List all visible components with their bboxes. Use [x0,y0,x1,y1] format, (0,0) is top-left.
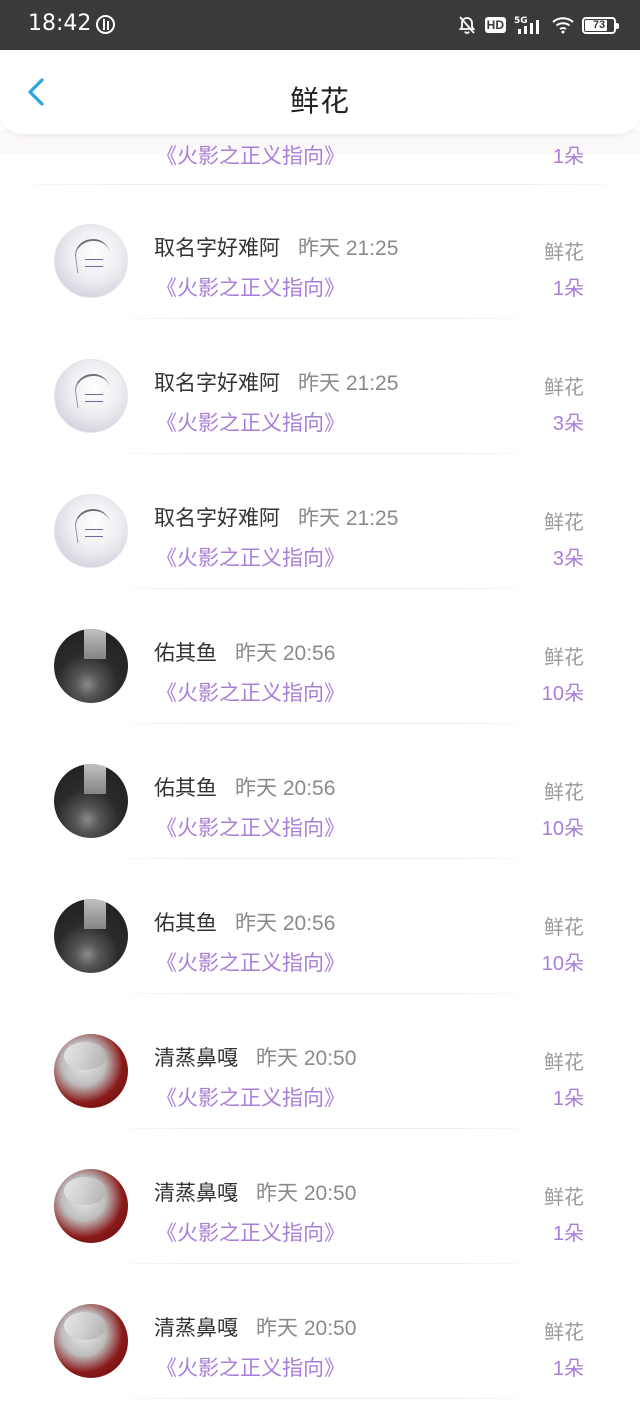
user-name-line: 取名字好难阿 昨天 21:25 [154,232,398,262]
battery-level: 73 [592,18,606,31]
user-name-line: 佑其鱼 昨天 20:56 [154,637,335,667]
user-name[interactable]: 取名字好难阿 [154,507,280,530]
user-name[interactable]: 取名字好难阿 [154,237,280,260]
list-item[interactable]: 佑其鱼 昨天 20:56 《火影之正义指向》 鲜花 10朵 [0,724,640,859]
gift-time: 昨天 21:25 [298,237,399,260]
gift-type-label: 鲜花 [544,917,584,939]
gift-count: 1朵 [552,1088,584,1110]
book-title[interactable]: 《火影之正义指向》 [156,947,345,977]
wifi-icon [552,17,574,34]
user-name[interactable]: 取名字好难阿 [154,372,280,395]
gift-time: 昨天 20:56 [235,912,336,935]
book-title[interactable]: 《火影之正义指向》 [156,1217,345,1247]
gift-type-label: 鲜花 [544,647,584,669]
book-title[interactable]: 《火影之正义指向》 [156,542,345,572]
divider [108,1398,538,1399]
user-name[interactable]: 佑其鱼 [154,777,217,800]
list-item[interactable]: 取名字好难阿 昨天 21:25 《火影之正义指向》 鲜花 3朵 [0,319,640,454]
gift-count: 10朵 [541,953,584,975]
avatar[interactable] [54,899,128,973]
gift-count: 10朵 [541,683,584,705]
avatar[interactable] [54,1169,128,1243]
gift-time: 昨天 20:56 [235,777,336,800]
status-time: 18:42 [28,11,92,36]
avatar[interactable] [54,1034,128,1108]
user-name-line: 清蒸鼻嘎 昨天 20:50 [154,1177,356,1207]
status-icons: HD 5G 73 [457,14,619,36]
bell-off-icon [458,16,475,34]
gift-time: 昨天 20:56 [235,642,336,665]
book-title: 《火影之正义指向》 [156,145,345,168]
gift-type-label: 鲜花 [544,512,584,534]
user-name-line: 佑其鱼 昨天 20:56 [154,772,335,802]
user-name[interactable]: 清蒸鼻嘎 [154,1182,238,1205]
gift-type-label: 鲜花 [544,782,584,804]
user-name[interactable]: 清蒸鼻嘎 [154,1317,238,1340]
user-name[interactable]: 佑其鱼 [154,912,217,935]
gift-type-label: 鲜花 [544,242,584,264]
user-name-line: 清蒸鼻嘎 昨天 20:50 [154,1042,356,1072]
user-name[interactable]: 清蒸鼻嘎 [154,1047,238,1070]
avatar[interactable] [54,359,128,433]
user-name-line: 取名字好难阿 昨天 21:25 [154,502,398,532]
list-item[interactable]: 佑其鱼 昨天 20:56 《火影之正义指向》 鲜花 10朵 [0,859,640,994]
avatar[interactable] [54,1304,128,1378]
gift-type-label: 鲜花 [544,1052,584,1074]
user-name[interactable]: 佑其鱼 [154,642,217,665]
gift-count: 1朵 [552,1358,584,1380]
gift-count: 10朵 [541,818,584,840]
gift-type-label: 鲜花 [544,1322,584,1344]
gift-type-label: 鲜花 [544,377,584,399]
avatar[interactable] [54,494,128,568]
list-item[interactable]: 取名字好难阿 昨天 21:25 《火影之正义指向》 鲜花 3朵 [0,454,640,589]
user-name-line: 取名字好难阿 昨天 21:25 [154,367,398,397]
gift-count: 1朵 [552,278,584,300]
book-title[interactable]: 《火影之正义指向》 [156,677,345,707]
book-title[interactable]: 《火影之正义指向》 [156,272,345,302]
list-item[interactable]: 取名字好难阿 昨天 21:25 《火影之正义指向》 鲜花 1朵 [0,184,640,319]
book-title[interactable]: 《火影之正义指向》 [156,1352,345,1382]
list-item[interactable]: 清蒸鼻嘎 昨天 20:50 《火影之正义指向》 鲜花 1朵 [0,1264,640,1399]
user-name-line: 清蒸鼻嘎 昨天 20:50 [154,1312,356,1342]
avatar[interactable] [54,764,128,838]
book-title[interactable]: 《火影之正义指向》 [156,407,345,437]
header: 鲜花 [0,50,640,134]
avatar[interactable] [54,224,128,298]
gift-count: 3朵 [552,413,584,435]
status-bar: 18:42 HD 5G 73 [0,0,640,50]
network-type: 5G [514,16,528,26]
signal-icon: 5G [514,16,539,34]
gift-time: 昨天 21:25 [298,372,399,395]
page-title: 鲜花 [289,86,350,118]
list-item[interactable]: 清蒸鼻嘎 昨天 20:50 《火影之正义指向》 鲜花 1朵 [0,994,640,1129]
list-item[interactable]: 佑其鱼 昨天 20:56 《火影之正义指向》 鲜花 10朵 [0,589,640,724]
gift-time: 昨天 21:25 [298,507,399,530]
gift-time: 昨天 20:50 [256,1182,357,1205]
list-item[interactable]: 清蒸鼻嘎 昨天 20:50 《火影之正义指向》 鲜花 1朵 [0,1129,640,1264]
gift-count: 1朵 [552,146,584,168]
app-notification-icon [96,15,115,34]
gift-time: 昨天 20:50 [256,1047,357,1070]
avatar[interactable] [54,629,128,703]
gift-count: 3朵 [552,548,584,570]
gift-count: 1朵 [552,1223,584,1245]
gift-time: 昨天 20:50 [256,1317,357,1340]
gift-type-label: 鲜花 [544,1187,584,1209]
book-title[interactable]: 《火影之正义指向》 [156,1082,345,1112]
hd-badge: HD [484,17,506,33]
book-title[interactable]: 《火影之正义指向》 [156,812,345,842]
user-name-line: 佑其鱼 昨天 20:56 [154,907,335,937]
battery-icon: 73 [582,16,619,34]
